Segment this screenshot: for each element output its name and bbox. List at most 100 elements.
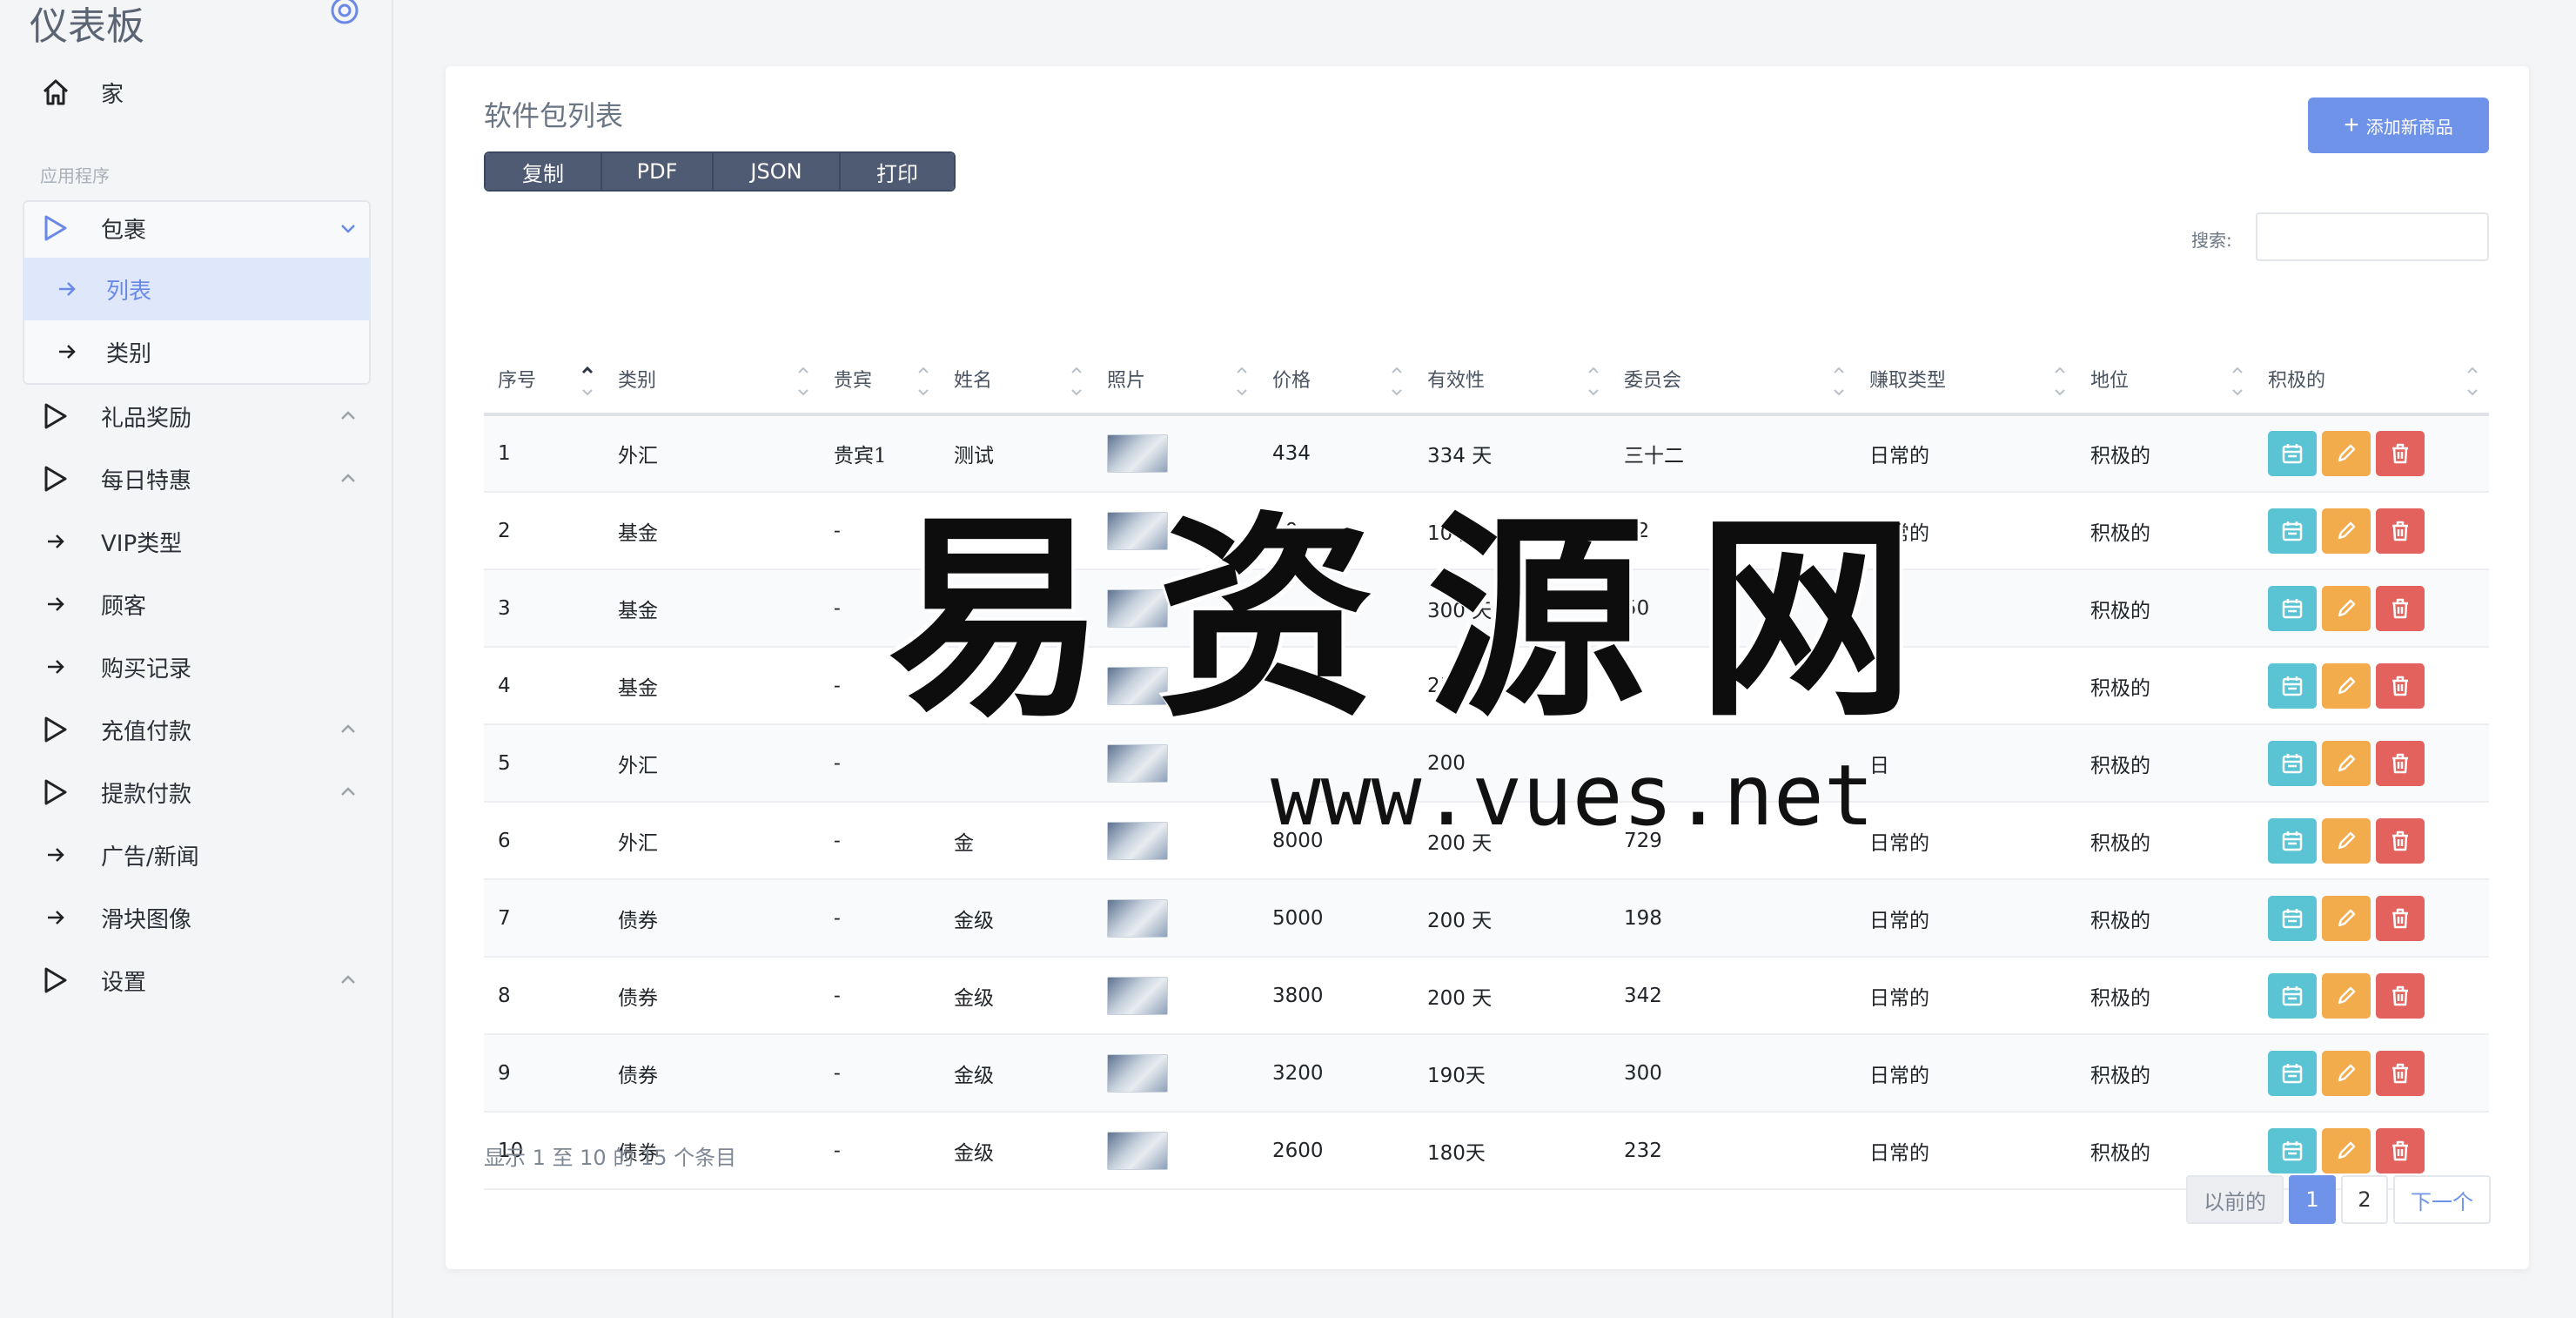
table-cell: 日常的 — [1855, 802, 2076, 880]
table-cell: 200 天 — [1413, 802, 1610, 880]
table-cell: 342 — [1610, 957, 1855, 1035]
sidebar-item-purchase-records[interactable]: 购买记录 — [23, 635, 371, 698]
pdf-button[interactable]: PDF — [602, 153, 714, 190]
column-header[interactable]: 地位 — [2076, 345, 2254, 416]
package-photo[interactable] — [1107, 666, 1168, 705]
table-cell: 2 — [1610, 647, 1855, 725]
view-button[interactable] — [2268, 662, 2317, 709]
pencil-icon — [2338, 1141, 2356, 1159]
delete-button[interactable] — [2376, 740, 2425, 786]
chevron-up-icon — [338, 406, 359, 427]
table-info: 显示 1 至 10 的 15 个条目 — [484, 1146, 737, 1170]
edit-button[interactable] — [2322, 662, 2371, 709]
print-button[interactable]: 打印 — [841, 153, 954, 190]
view-button[interactable] — [2268, 817, 2317, 864]
sidebar-item-packages[interactable]: 包裹 — [23, 197, 371, 259]
sidebar-item-ads-news[interactable]: 广告/新闻 — [23, 824, 371, 886]
edit-button[interactable] — [2322, 1050, 2371, 1096]
view-button[interactable] — [2268, 1127, 2317, 1173]
view-button[interactable] — [2268, 895, 2317, 941]
pencil-icon — [2338, 986, 2356, 1004]
column-header[interactable]: 委员会 — [1610, 345, 1855, 416]
chevron-up-icon — [338, 468, 359, 489]
play-outline-icon — [38, 461, 73, 496]
package-photo[interactable] — [1107, 511, 1168, 550]
package-photo[interactable] — [1107, 898, 1168, 938]
column-header[interactable]: 序号 — [484, 345, 604, 416]
view-button[interactable] — [2268, 740, 2317, 786]
sidebar-item-slider-images[interactable]: 滑块图像 — [23, 886, 371, 949]
search-input[interactable] — [2256, 212, 2489, 261]
sidebar-item-daily-deals[interactable]: 每日特惠 — [23, 447, 371, 510]
calendar-icon — [2282, 830, 2303, 851]
delete-button[interactable] — [2376, 585, 2425, 631]
json-button[interactable]: JSON — [714, 153, 841, 190]
package-photo[interactable] — [1107, 743, 1168, 783]
column-header[interactable]: 贵宾 — [820, 345, 940, 416]
sidebar-item-label: 购买记录 — [101, 656, 192, 683]
edit-button[interactable] — [2322, 817, 2371, 864]
sort-icon — [2232, 366, 2243, 396]
edit-button[interactable] — [2322, 585, 2371, 631]
view-button[interactable] — [2268, 585, 2317, 631]
sidebar-item-settings[interactable]: 设置 — [23, 949, 371, 1012]
edit-button[interactable] — [2322, 895, 2371, 941]
delete-button[interactable] — [2376, 508, 2425, 554]
sidebar-item-customers[interactable]: 顾客 — [23, 573, 371, 635]
column-header[interactable]: 类别 — [604, 345, 820, 416]
sidebar-item-gift-rewards[interactable]: 礼品奖励 — [23, 385, 371, 447]
sidebar-subitem-category[interactable]: 类别 — [23, 320, 371, 383]
delete-button[interactable] — [2376, 431, 2425, 476]
sidebar-item-label: 广告/新闻 — [101, 844, 199, 871]
package-photo[interactable] — [1107, 1053, 1168, 1093]
sidebar-item-home[interactable]: 家 — [23, 61, 371, 124]
delete-button[interactable] — [2376, 895, 2425, 941]
pagination-page-2[interactable]: 2 — [2341, 1175, 2388, 1224]
target-icon[interactable] — [329, 0, 360, 24]
play-outline-icon — [38, 712, 73, 747]
view-button[interactable] — [2268, 431, 2317, 476]
trash-icon — [2392, 985, 2408, 1005]
trash-icon — [2392, 1140, 2408, 1160]
actions-cell — [2254, 647, 2489, 725]
sidebar-item-label: 充值付款 — [101, 718, 192, 745]
calendar-icon — [2282, 521, 2303, 541]
delete-button[interactable] — [2376, 1127, 2425, 1173]
sidebar-item-label: 提款付款 — [101, 781, 192, 808]
sidebar-item-deposit-payments[interactable]: 充值付款 — [23, 698, 371, 761]
edit-button[interactable] — [2322, 508, 2371, 554]
edit-button[interactable] — [2322, 1127, 2371, 1173]
view-button[interactable] — [2268, 508, 2317, 554]
package-photo[interactable] — [1107, 1131, 1168, 1170]
sort-icon — [2467, 366, 2478, 396]
pagination-next-button[interactable]: 下一个 — [2393, 1175, 2491, 1224]
sidebar-item-vip-types[interactable]: VIP类型 — [23, 510, 371, 573]
view-button[interactable] — [2268, 1050, 2317, 1096]
sidebar-subitem-list[interactable]: 列表 — [23, 258, 371, 320]
edit-button[interactable] — [2322, 740, 2371, 786]
column-header[interactable]: 有效性 — [1413, 345, 1610, 416]
pagination-page-1[interactable]: 1 — [2289, 1175, 2336, 1224]
view-button[interactable] — [2268, 972, 2317, 1019]
copy-button[interactable]: 复制 — [486, 153, 602, 190]
package-photo[interactable] — [1107, 588, 1168, 628]
delete-button[interactable] — [2376, 662, 2425, 709]
column-header[interactable]: 照片 — [1093, 345, 1258, 416]
pagination-prev-button[interactable]: 以前的 — [2186, 1175, 2284, 1224]
edit-button[interactable] — [2322, 972, 2371, 1019]
sidebar-item-withdraw-payments[interactable]: 提款付款 — [23, 761, 371, 824]
add-new-product-button[interactable]: + 添加新商品 — [2308, 98, 2489, 153]
column-header[interactable]: 姓名 — [940, 345, 1093, 416]
column-header[interactable]: 赚取类型 — [1855, 345, 2076, 416]
edit-button[interactable] — [2322, 431, 2371, 476]
delete-button[interactable] — [2376, 972, 2425, 1019]
column-header[interactable]: 积极的 — [2254, 345, 2489, 416]
column-header[interactable]: 价格 — [1258, 345, 1413, 416]
delete-button[interactable] — [2376, 1050, 2425, 1096]
package-photo[interactable] — [1107, 434, 1168, 473]
package-photo[interactable] — [1107, 976, 1168, 1015]
package-photo[interactable] — [1107, 821, 1168, 860]
table-cell: 积极的 — [2076, 802, 2254, 880]
delete-button[interactable] — [2376, 817, 2425, 864]
table-cell: 金级 — [940, 957, 1093, 1035]
